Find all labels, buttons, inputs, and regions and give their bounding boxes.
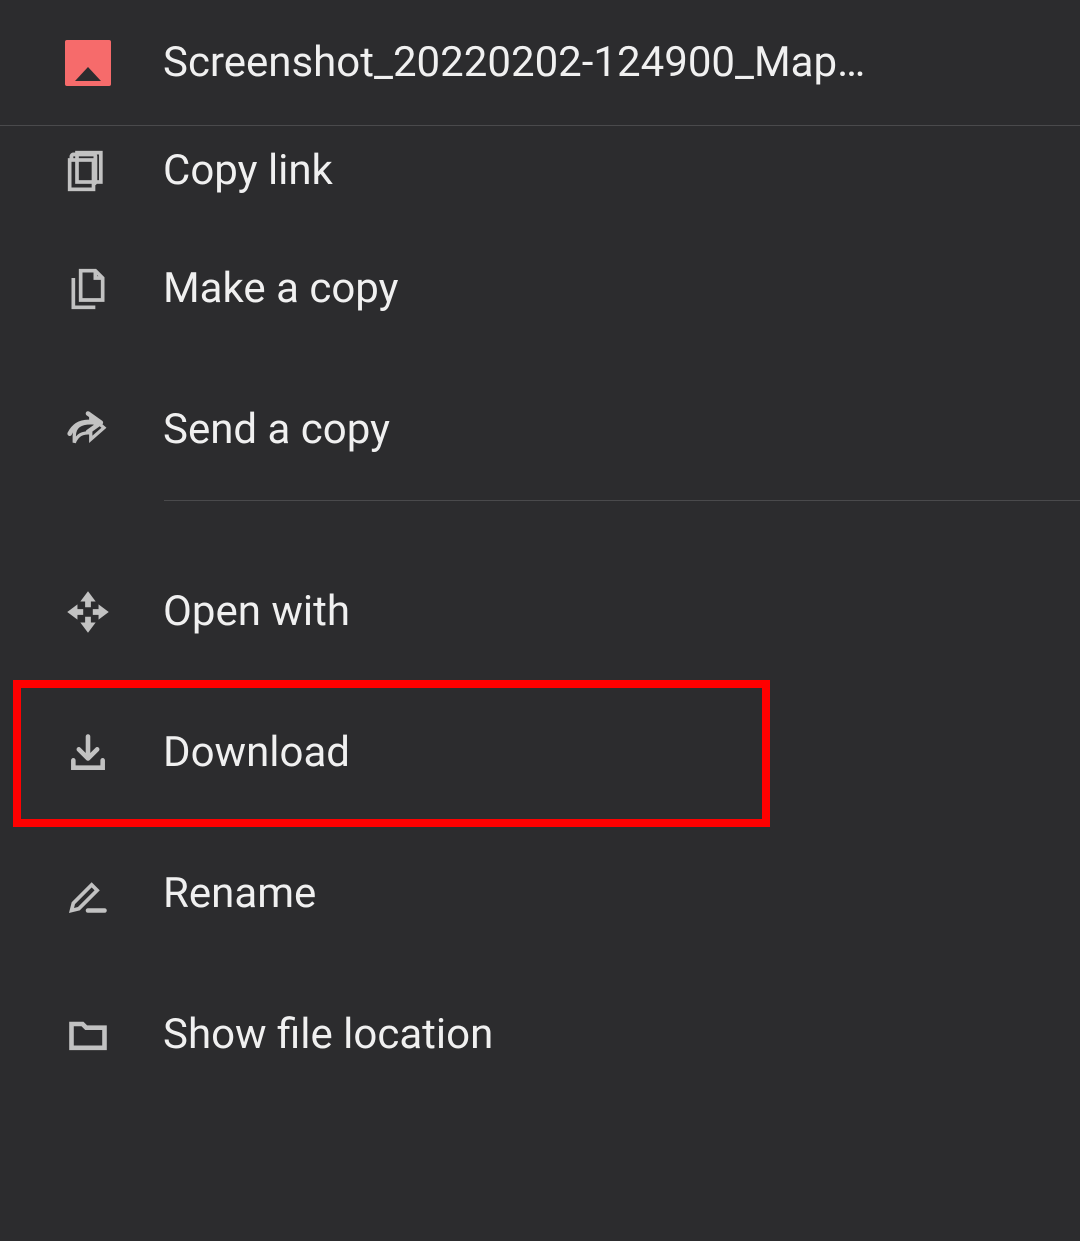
menu-item-show-location[interactable]: Show file location xyxy=(0,964,1080,1105)
menu-item-copy-link[interactable]: Copy link xyxy=(0,103,1080,218)
download-icon xyxy=(65,730,111,776)
menu-label: Download xyxy=(163,728,350,777)
menu-item-open-with[interactable]: Open with xyxy=(0,541,1080,682)
rename-icon xyxy=(65,871,111,917)
send-icon xyxy=(65,407,111,453)
menu-label: Send a copy xyxy=(163,405,390,454)
menu-label: Copy link xyxy=(163,146,333,195)
link-copy-icon xyxy=(65,148,111,194)
menu-label: Rename xyxy=(163,869,316,918)
open-with-icon xyxy=(65,589,111,635)
context-menu: Copy link Make a copy Send a copy xyxy=(0,126,1080,1105)
image-thumbnail-icon xyxy=(65,40,111,86)
menu-label: Show file location xyxy=(163,1010,493,1059)
menu-item-send-copy[interactable]: Send a copy xyxy=(0,359,1080,500)
file-copy-icon xyxy=(65,266,111,312)
file-title: Screenshot_20220202-124900_Map… xyxy=(163,38,865,87)
spacer xyxy=(0,501,1080,541)
menu-label: Make a copy xyxy=(163,264,399,313)
menu-item-download[interactable]: Download xyxy=(0,682,1080,823)
folder-icon xyxy=(65,1012,111,1058)
menu-item-make-copy[interactable]: Make a copy xyxy=(0,218,1080,359)
menu-item-rename[interactable]: Rename xyxy=(0,823,1080,964)
menu-label: Open with xyxy=(163,587,350,636)
highlight-annotation xyxy=(13,680,770,827)
